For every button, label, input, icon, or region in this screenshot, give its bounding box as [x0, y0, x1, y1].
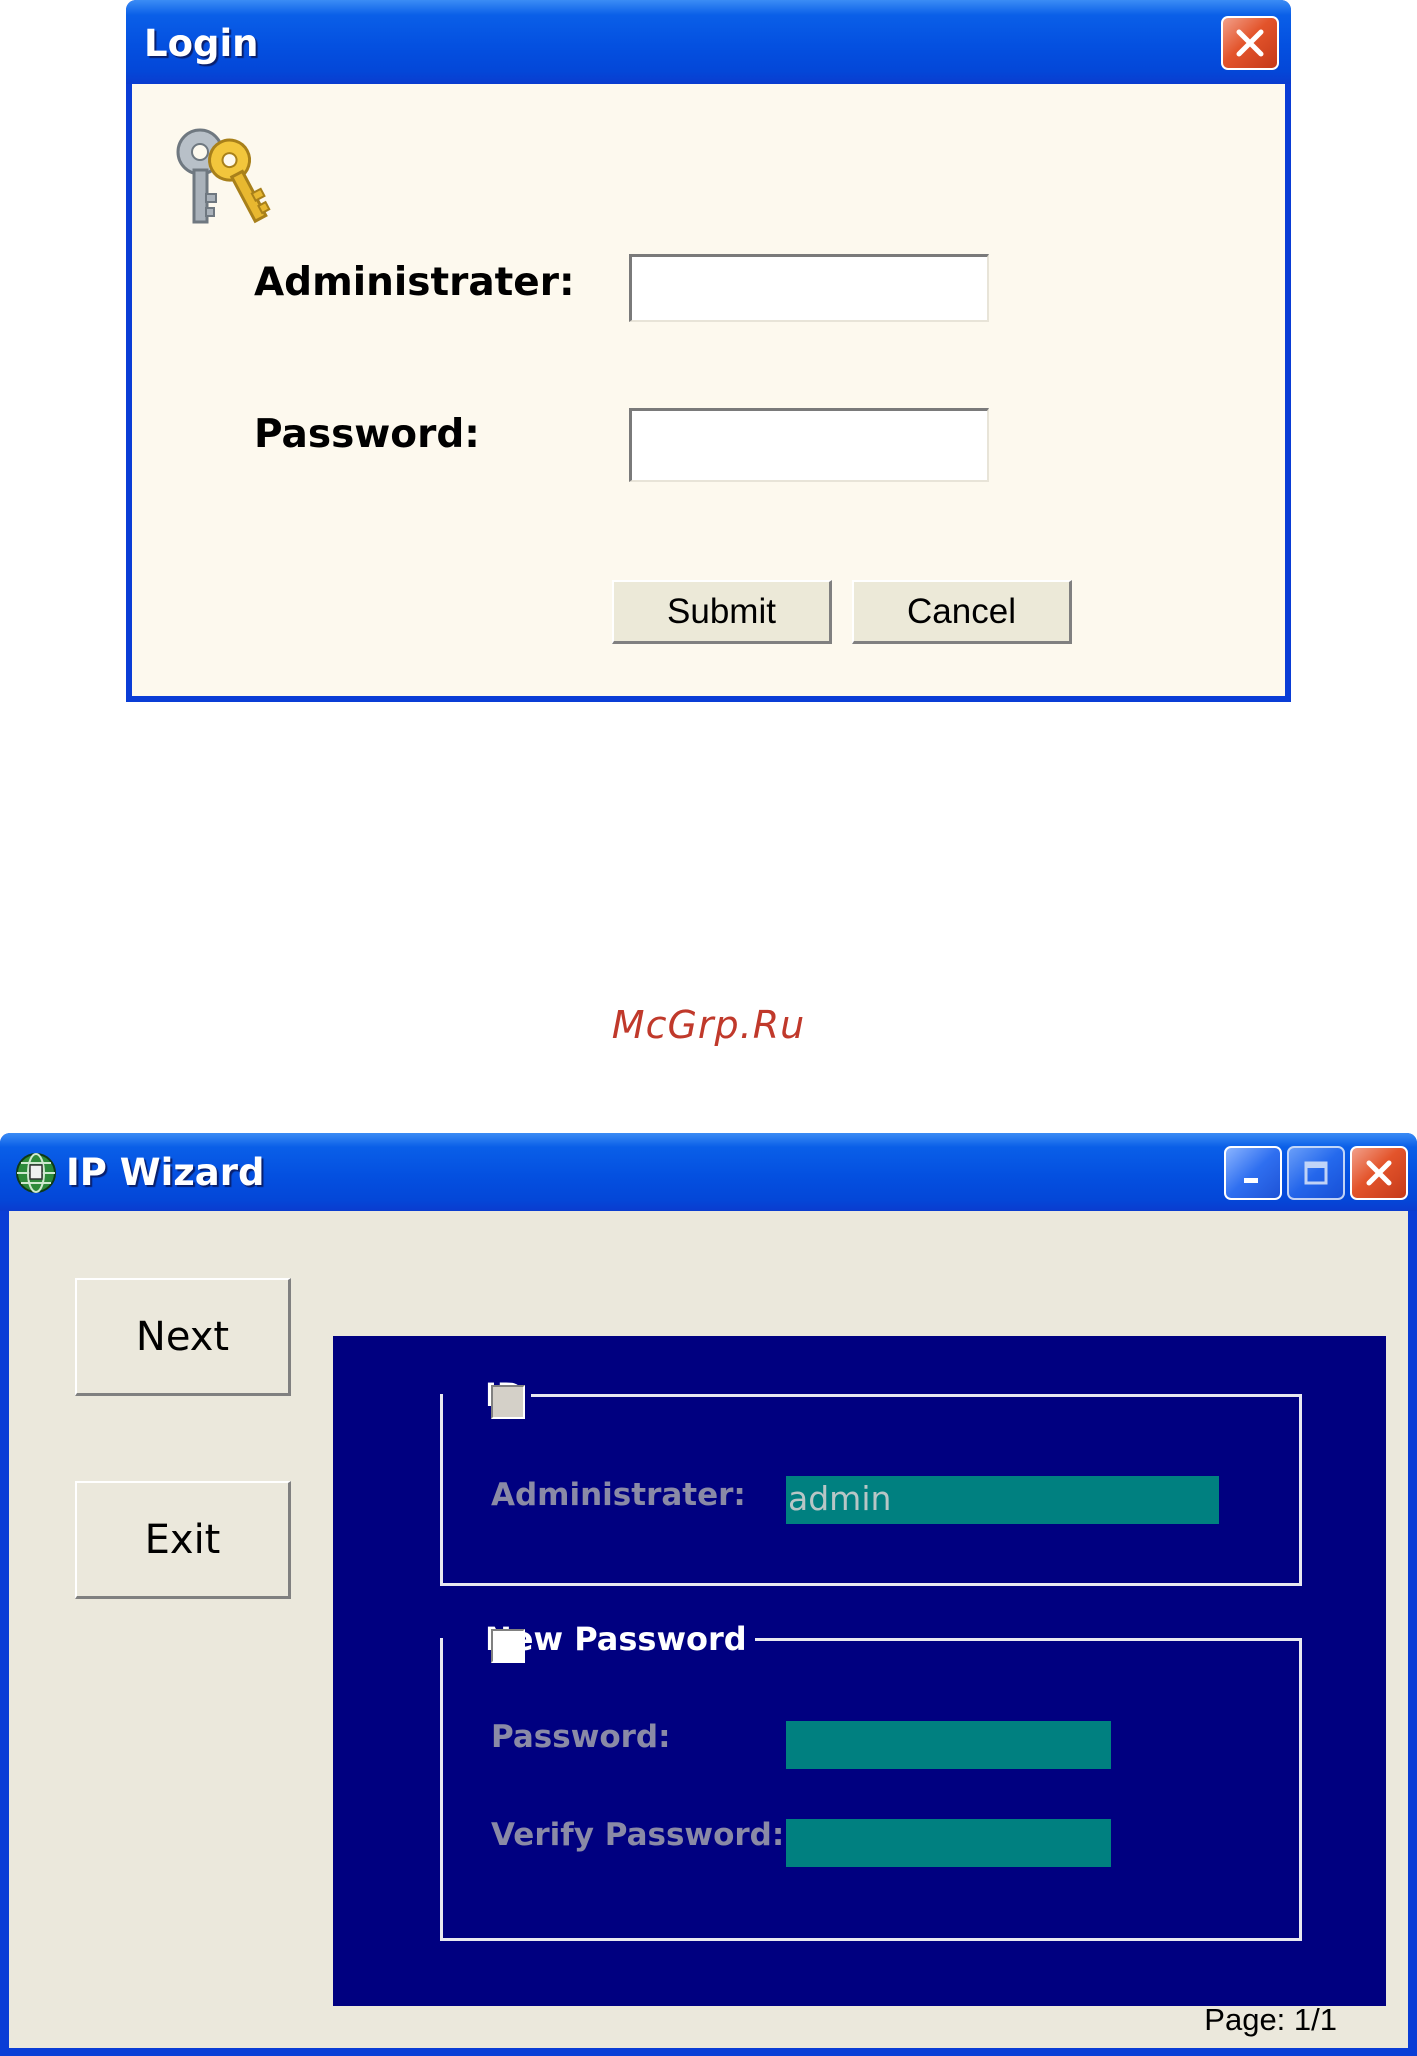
- close-icon: [1236, 29, 1264, 57]
- password-group-legend: New Password: [443, 1619, 755, 1659]
- settings-panel: ID Administrater: admin New Password Pas…: [333, 1336, 1386, 2006]
- id-group: ID Administrater: admin: [440, 1375, 1302, 1586]
- cancel-button[interactable]: Cancel: [852, 580, 1072, 644]
- minimize-icon: [1244, 1178, 1258, 1183]
- submit-button[interactable]: Submit: [612, 580, 832, 644]
- login-dialog: Login Administrater: Password: Submit Ca…: [126, 0, 1291, 702]
- login-body: Administrater: Password: Submit Cancel: [132, 84, 1285, 696]
- password-label: Password:: [254, 412, 480, 457]
- verify-password-label: Verify Password:: [491, 1817, 785, 1853]
- close-icon: [1366, 1160, 1392, 1186]
- wizard-administrator-label: Administrater:: [491, 1477, 746, 1513]
- ip-wizard-window: IP Wizard Next Exit ID A: [0, 1133, 1417, 2056]
- new-password-checkbox[interactable]: [491, 1629, 525, 1663]
- password-input[interactable]: [629, 408, 989, 482]
- exit-button[interactable]: Exit: [75, 1481, 291, 1599]
- wizard-administrator-field[interactable]: admin: [786, 1476, 1219, 1524]
- network-globe-icon: [16, 1153, 56, 1193]
- close-button[interactable]: [1221, 16, 1279, 70]
- maximize-icon: [1304, 1161, 1328, 1185]
- maximize-button[interactable]: [1287, 1146, 1345, 1200]
- login-title: Login: [144, 22, 259, 65]
- page-indicator: Page: 1/1: [1204, 2002, 1337, 2037]
- keys-icon: [176, 128, 271, 224]
- wizard-password-field[interactable]: [786, 1721, 1111, 1769]
- login-titlebar[interactable]: Login: [126, 0, 1291, 84]
- next-button[interactable]: Next: [75, 1278, 291, 1396]
- administrator-label: Administrater:: [254, 260, 575, 305]
- minimize-button[interactable]: [1224, 1146, 1282, 1200]
- wizard-title: IP Wizard: [66, 1151, 265, 1194]
- administrator-input[interactable]: [629, 254, 989, 322]
- wizard-password-label: Password:: [491, 1719, 671, 1755]
- new-password-group: New Password Password: Verify Password:: [440, 1619, 1302, 1941]
- wizard-close-button[interactable]: [1350, 1146, 1408, 1200]
- verify-password-field[interactable]: [786, 1819, 1111, 1867]
- wizard-titlebar[interactable]: IP Wizard: [0, 1133, 1417, 1211]
- watermark-text: McGrp.Ru: [611, 1003, 806, 1047]
- id-checkbox[interactable]: [491, 1385, 525, 1419]
